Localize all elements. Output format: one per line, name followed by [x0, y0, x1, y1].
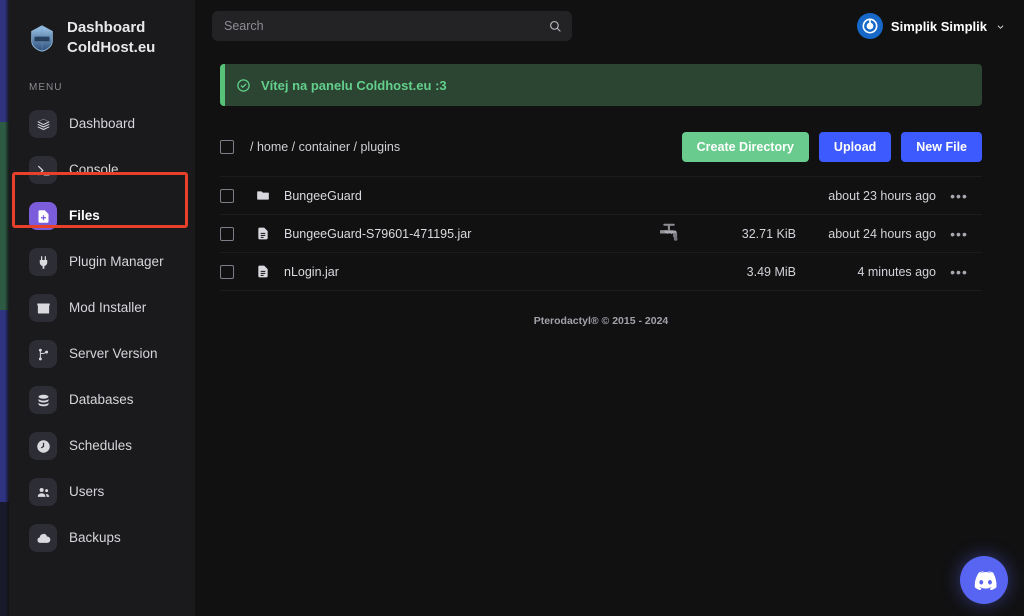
sidebar-item-label: Dashboard [69, 116, 136, 131]
file-name[interactable]: BungeeGuard-S79601-471195.jar [284, 227, 471, 241]
sidebar-nav: Dashboard Console Files Plugin Manager M… [9, 101, 195, 571]
create-directory-button[interactable]: Create Directory [681, 132, 809, 162]
table-row[interactable]: BungeeGuard-S79601-471195.jar Spigot 32.… [220, 215, 982, 253]
table-row[interactable]: BungeeGuard about 23 hours ago ••• [220, 177, 982, 215]
file-name[interactable]: nLogin.jar [284, 265, 339, 279]
row-actions-menu[interactable]: ••• [936, 226, 982, 242]
file-icon [256, 226, 274, 241]
brand-title: Dashboard ColdHost.eu [67, 18, 155, 58]
sidebar-item-schedules[interactable]: Schedules [9, 423, 195, 469]
sidebar-item-mod-installer[interactable]: Mod Installer [9, 285, 195, 331]
breadcrumb[interactable]: / home / container / plugins [250, 140, 400, 154]
file-modified: 4 minutes ago [857, 264, 936, 279]
sidebar-section-label: MENU [29, 82, 63, 93]
sidebar-item-server-version[interactable]: Server Version [9, 331, 195, 377]
power-avatar-icon [856, 13, 883, 39]
search-bar[interactable] [212, 11, 572, 41]
database-icon [29, 386, 57, 414]
file-modified: about 23 hours ago [828, 188, 936, 203]
cloud-icon [29, 524, 57, 552]
file-modified: about 24 hours ago [828, 226, 936, 241]
row-actions-menu[interactable]: ••• [936, 264, 982, 280]
brand-title-line2: ColdHost.eu [67, 39, 156, 56]
terminal-icon [29, 156, 57, 184]
sidebar-item-label: Console [69, 162, 119, 177]
sidebar-item-label: Server Version [69, 346, 158, 361]
row-actions-menu[interactable]: ••• [936, 188, 982, 204]
file-size: 3.49 MiB [746, 264, 796, 279]
clock-icon [29, 432, 57, 460]
file-list: BungeeGuard about 23 hours ago ••• Bunge… [220, 176, 982, 291]
file-plus-icon [29, 202, 57, 230]
topbar: Simplik Simplik [196, 0, 1024, 52]
main-content: Simplik Simplik Vítej na panelu Coldhost… [196, 0, 1024, 616]
user-name: Simplik Simplik [890, 18, 987, 34]
file-manager: / home / container / plugins Create Dire… [220, 132, 982, 327]
sidebar-item-label: Users [69, 484, 105, 499]
search-input[interactable] [224, 19, 549, 33]
row-checkbox[interactable] [220, 226, 234, 241]
sidebar-item-label: Plugin Manager [69, 254, 164, 269]
sidebar-item-label: Schedules [69, 438, 133, 453]
svg-text:Spigot: Spigot [665, 229, 677, 234]
box-icon [29, 294, 57, 322]
row-checkbox[interactable] [220, 188, 234, 203]
plug-icon [29, 248, 57, 276]
banner-text: Vítej na panelu Coldhost.eu :3 [261, 77, 447, 93]
brand[interactable]: Dashboard ColdHost.eu [9, 0, 195, 72]
sidebar-item-files[interactable]: Files [9, 193, 195, 239]
welcome-banner: Vítej na panelu Coldhost.eu :3 [220, 64, 982, 106]
background-window-edge [0, 0, 9, 616]
sidebar-item-label: Mod Installer [69, 300, 147, 315]
sidebar-item-databases[interactable]: Databases [9, 377, 195, 423]
sidebar: Dashboard ColdHost.eu MENU Dashboard Con… [9, 0, 196, 616]
row-checkbox[interactable] [220, 264, 234, 279]
app-window: Dashboard ColdHost.eu MENU Dashboard Con… [0, 0, 1024, 616]
footer-text: Pterodactyl® © 2015 - 2024 [533, 315, 669, 327]
layers-icon [29, 110, 57, 138]
file-manager-header: / home / container / plugins Create Dire… [220, 132, 982, 162]
discord-icon [971, 570, 997, 590]
folder-icon [256, 188, 274, 203]
file-name[interactable]: BungeeGuard [284, 189, 362, 203]
user-menu[interactable]: Simplik Simplik [856, 13, 1006, 39]
sidebar-item-plugin-manager[interactable]: Plugin Manager [9, 239, 195, 285]
edge-shadow [0, 0, 9, 616]
spigot-logo-icon: Spigot [652, 222, 686, 245]
sidebar-item-label: Backups [69, 530, 121, 545]
check-circle-icon [236, 78, 251, 93]
sidebar-item-console[interactable]: Console [9, 147, 195, 193]
upload-button[interactable]: Upload [818, 132, 892, 162]
file-icon [256, 264, 274, 279]
discord-button[interactable] [960, 556, 1008, 604]
file-manager-actions: Create Directory Upload New File [681, 132, 982, 162]
sidebar-item-label: Files [69, 208, 100, 223]
chevron-down-icon[interactable] [995, 21, 1006, 32]
sidebar-item-users[interactable]: Users [9, 469, 195, 515]
file-size: 32.71 KiB [741, 226, 796, 241]
sidebar-item-label: Databases [69, 392, 134, 407]
coldhost-logo-icon [27, 23, 57, 53]
search-icon[interactable] [549, 20, 562, 33]
users-icon [29, 478, 57, 506]
sidebar-item-backups[interactable]: Backups [9, 515, 195, 561]
git-branch-icon [29, 340, 57, 368]
new-file-button[interactable]: New File [901, 132, 982, 162]
sidebar-item-dashboard[interactable]: Dashboard [9, 101, 195, 147]
select-all-checkbox[interactable] [220, 140, 234, 154]
brand-title-line1: Dashboard [67, 19, 146, 36]
table-row[interactable]: nLogin.jar 3.49 MiB 4 minutes ago ••• [220, 253, 982, 291]
